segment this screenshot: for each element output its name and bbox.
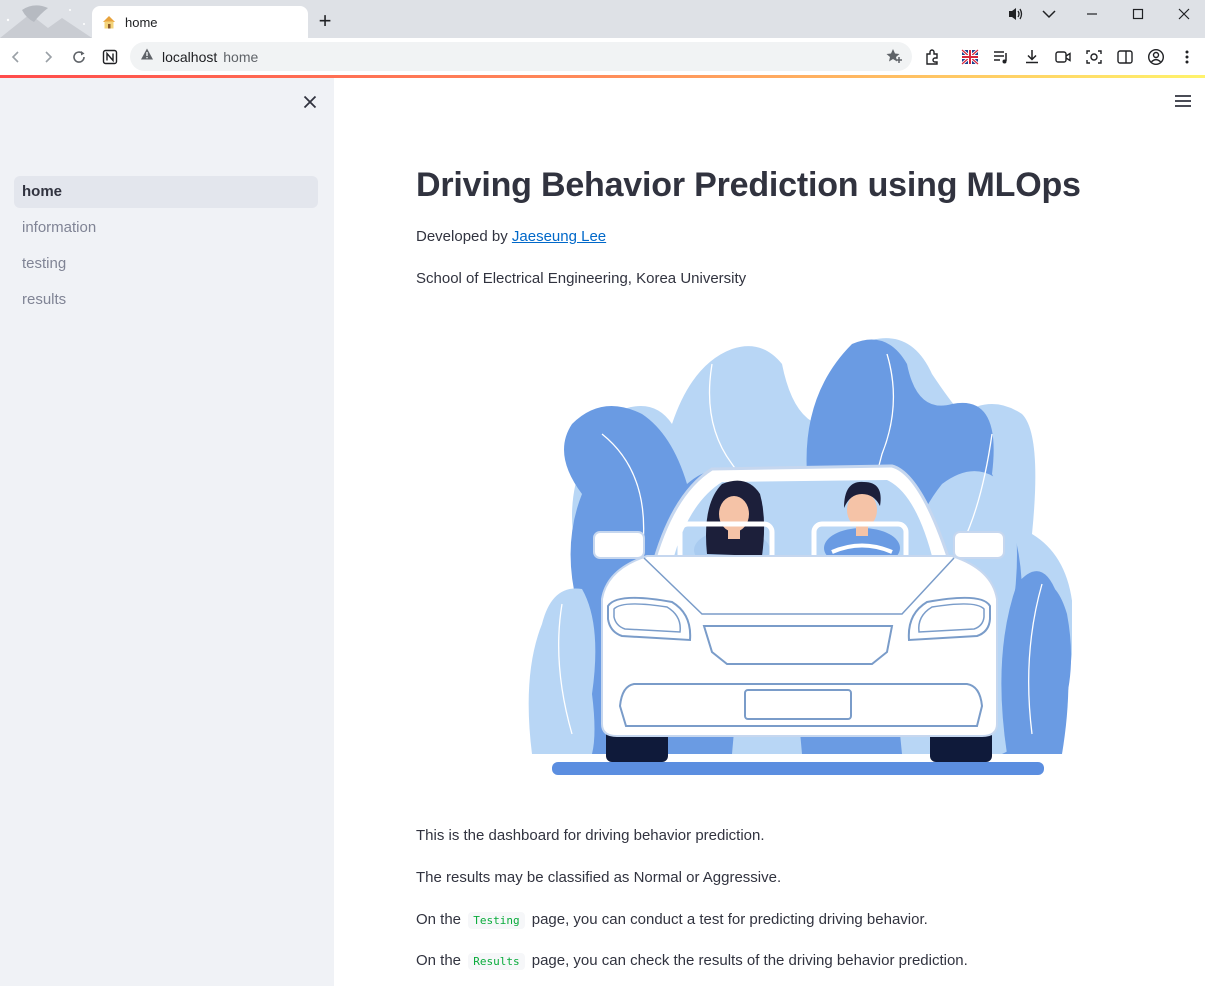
developer-link[interactable]: Jaeseung Lee (512, 228, 606, 245)
reload-icon[interactable] (69, 47, 89, 67)
browser-tab-bar: home + (0, 0, 1205, 38)
testing-code-label: Testing (468, 912, 525, 929)
paragraph-dashboard: This is the dashboard for driving behavi… (416, 827, 765, 844)
sidebar-item-testing[interactable]: testing (14, 248, 318, 280)
main-content: Driving Behavior Prediction using MLOps … (334, 78, 1205, 986)
download-icon[interactable] (1022, 47, 1042, 67)
address-bar[interactable]: localhost home (130, 42, 912, 71)
sidebar-item-results[interactable]: results (14, 284, 318, 316)
new-tab-button[interactable]: + (314, 10, 336, 32)
house-favicon-icon (101, 14, 117, 30)
paragraph-classification: The results may be classified as Normal … (416, 869, 782, 886)
paragraph-testing-prefix: On the (416, 911, 466, 928)
language-flag-icon[interactable] (960, 47, 980, 67)
notion-extension-icon[interactable] (100, 47, 120, 67)
tab-title: home (125, 14, 158, 30)
browser-menu-icon[interactable] (1177, 47, 1197, 67)
car-couple-illustration (528, 338, 1072, 775)
url-host: localhost (162, 48, 218, 65)
side-panel-icon[interactable] (1115, 47, 1135, 67)
tab-search-chevron-icon[interactable] (1039, 4, 1059, 24)
back-icon[interactable] (6, 47, 26, 67)
paragraph-results-suffix: page, you can check the results of the d… (527, 952, 968, 969)
media-queue-icon[interactable] (991, 47, 1011, 67)
site-info-warning-icon[interactable] (140, 47, 154, 66)
screen-record-icon[interactable] (1053, 47, 1073, 67)
sidebar-item-home[interactable]: home (14, 176, 318, 208)
developer-line: Developed by Jaeseung Lee (416, 228, 606, 245)
browser-theme-decoration (0, 5, 92, 38)
maximize-icon[interactable] (1128, 4, 1148, 24)
close-window-icon[interactable] (1174, 4, 1194, 24)
sidebar-nav: home information testing results (14, 176, 318, 320)
paragraph-results-prefix: On the (416, 952, 466, 969)
affiliation-text: School of Electrical Engineering, Korea … (416, 270, 747, 287)
paragraph-results: On the Results page, you can check the r… (416, 952, 968, 970)
profile-avatar-icon[interactable] (1146, 47, 1166, 67)
results-code-label: Results (468, 953, 525, 970)
forward-icon[interactable] (38, 47, 58, 67)
sidebar-item-information[interactable]: information (14, 212, 318, 244)
close-sidebar-icon[interactable] (300, 92, 320, 112)
browser-tab-home[interactable]: home (92, 6, 308, 38)
minimize-icon[interactable] (1082, 4, 1102, 24)
url-path: home (223, 48, 259, 65)
main-menu-icon[interactable] (1174, 94, 1192, 108)
tab-audio-icon[interactable] (1006, 4, 1026, 24)
bookmark-star-icon[interactable] (886, 48, 904, 69)
page-title: Driving Behavior Prediction using MLOps (416, 166, 1081, 204)
sidebar: home information testing results (0, 78, 334, 986)
developer-prefix: Developed by (416, 228, 512, 245)
paragraph-testing-suffix: page, you can conduct a test for predict… (527, 911, 928, 928)
screenshot-capture-icon[interactable] (1084, 47, 1104, 67)
paragraph-testing: On the Testing page, you can conduct a t… (416, 911, 928, 929)
browser-toolbar: localhost home (0, 38, 1205, 75)
extensions-puzzle-icon[interactable] (922, 47, 942, 67)
